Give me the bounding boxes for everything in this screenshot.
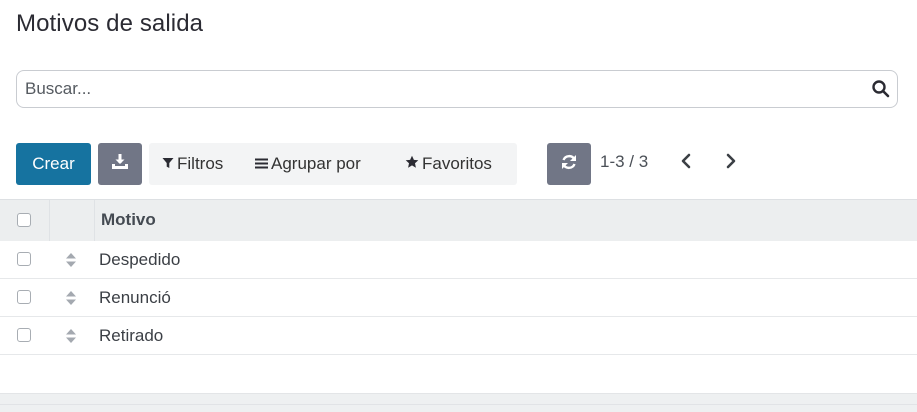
search-input[interactable] xyxy=(25,71,865,107)
table-row[interactable]: Renunció xyxy=(0,279,917,317)
footer-divider xyxy=(0,404,917,405)
cell-motivo: Despedido xyxy=(99,250,181,269)
table-row[interactable]: Despedido xyxy=(0,241,917,279)
favorites-button[interactable]: Favoritos xyxy=(405,143,492,185)
page: Motivos de salida Crear Filtros xyxy=(0,0,917,412)
table-header: Motivo xyxy=(0,199,917,241)
create-button[interactable]: Crear xyxy=(16,143,91,185)
pager-previous-button[interactable] xyxy=(674,151,698,175)
table-row[interactable]: Retirado xyxy=(0,317,917,355)
star-icon xyxy=(405,154,422,174)
column-divider xyxy=(94,200,95,241)
pager-next-button[interactable] xyxy=(719,151,743,175)
group-by-button[interactable]: Agrupar por xyxy=(255,143,361,185)
favorites-label: Favoritos xyxy=(422,154,492,173)
refresh-button[interactable] xyxy=(547,143,591,185)
list-icon xyxy=(255,154,271,174)
column-divider xyxy=(49,200,50,241)
search-panel-toggles: Filtros Agrupar por Favoritos xyxy=(149,143,517,185)
download-button[interactable] xyxy=(98,143,142,185)
download-icon xyxy=(111,153,129,176)
select-all-checkbox[interactable] xyxy=(17,213,31,227)
refresh-icon xyxy=(560,153,578,176)
filters-button[interactable]: Filtros xyxy=(162,143,223,185)
chevron-right-icon xyxy=(725,153,737,174)
cell-motivo: Retirado xyxy=(99,326,164,345)
row-checkbox[interactable] xyxy=(17,290,31,304)
chevron-left-icon xyxy=(680,153,692,174)
drag-handle-icon[interactable] xyxy=(65,252,77,268)
search-bar xyxy=(16,70,898,108)
list-table: Motivo Despedido Renunció Retirado xyxy=(0,199,917,355)
pager-value[interactable]: 1-3 / 3 xyxy=(600,152,648,172)
table-footer xyxy=(0,393,917,412)
column-header-motivo[interactable]: Motivo xyxy=(101,210,156,230)
row-checkbox[interactable] xyxy=(17,252,31,266)
drag-handle-icon[interactable] xyxy=(65,328,77,344)
filter-icon xyxy=(162,154,177,174)
filters-label: Filtros xyxy=(177,154,224,173)
group-by-label: Agrupar por xyxy=(271,154,361,173)
drag-handle-icon[interactable] xyxy=(65,290,77,306)
search-icon[interactable] xyxy=(871,79,891,99)
row-checkbox[interactable] xyxy=(17,328,31,342)
cell-motivo: Renunció xyxy=(99,288,171,307)
page-title: Motivos de salida xyxy=(16,10,204,37)
